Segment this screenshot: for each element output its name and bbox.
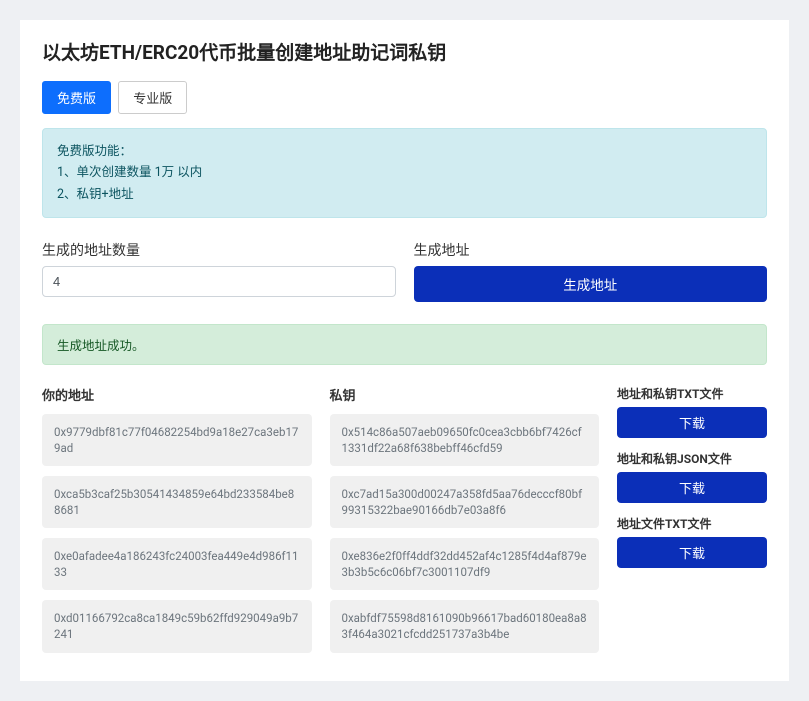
address-cell: 0xca5b3caf25b30541434859e64bd233584be886…	[42, 476, 312, 528]
download-json-label: 地址和私钥JSON文件	[617, 450, 767, 467]
version-tabs: 免费版 专业版	[42, 81, 767, 114]
count-label: 生成的地址数量	[42, 240, 396, 260]
info-heading: 免费版功能：	[57, 141, 752, 162]
download-txt-button[interactable]: 下载	[617, 407, 767, 438]
privatekey-cell: 0xe836e2f0ff4ddf32dd452af4c1285f4d4af879…	[330, 538, 600, 590]
page-title: 以太坊ETH/ERC20代币批量创建地址助记词私钥	[42, 38, 767, 65]
tab-pro[interactable]: 专业版	[118, 81, 187, 114]
address-cell: 0x9779dbf81c77f04682254bd9a18e27ca3eb179…	[42, 414, 312, 466]
download-addr-txt-label: 地址文件TXT文件	[617, 515, 767, 532]
download-txt-label: 地址和私钥TXT文件	[617, 385, 767, 402]
tab-free[interactable]: 免费版	[42, 81, 111, 114]
privatekey-cell: 0xabfdf75598d8161090b96617bad60180ea8a83…	[330, 600, 600, 652]
status-message: 生成地址成功。	[42, 324, 767, 365]
address-cell: 0xe0afadee4a186243fc24003fea449e4d986f11…	[42, 538, 312, 590]
address-cell: 0xd01166792ca8ca1849c59b62ffd929049a9b72…	[42, 600, 312, 652]
address-column-header: 你的地址	[42, 385, 312, 404]
privatekey-cell: 0x514c86a507aeb09650fc0cea3cbb6bf7426cf1…	[330, 414, 600, 466]
info-line-1: 1、单次创建数量 1万 以内	[57, 162, 752, 183]
privatekey-cell: 0xc7ad15a300d00247a358fd5aa76decccf80bf9…	[330, 476, 600, 528]
count-input[interactable]	[42, 266, 396, 297]
generate-button[interactable]: 生成地址	[414, 266, 768, 302]
download-addr-txt-button[interactable]: 下载	[617, 537, 767, 568]
generate-label: 生成地址	[414, 240, 768, 260]
privatekey-column-header: 私钥	[330, 385, 600, 404]
download-json-button[interactable]: 下载	[617, 472, 767, 503]
free-features-panel: 免费版功能： 1、单次创建数量 1万 以内 2、私钥+地址	[42, 128, 767, 218]
info-line-2: 2、私钥+地址	[57, 184, 752, 205]
